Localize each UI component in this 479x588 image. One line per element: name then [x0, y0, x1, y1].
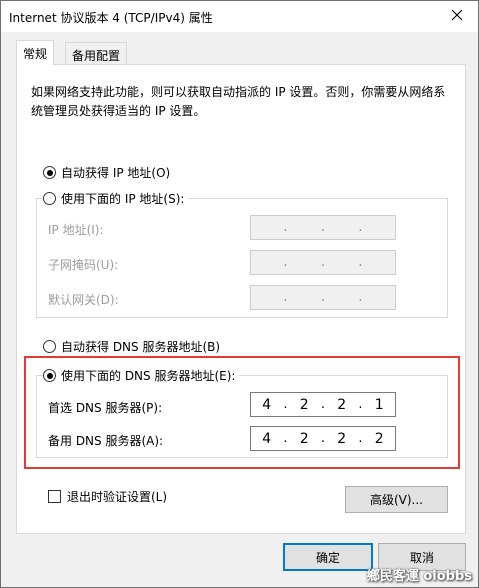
preferred-dns-label: 首选 DNS 服务器(P):: [48, 401, 163, 415]
dot-separator: .: [358, 255, 363, 270]
close-button[interactable]: [442, 3, 472, 29]
tab-general[interactable]: 常规: [16, 40, 55, 65]
alternate-dns-octet-1: 4: [262, 430, 272, 447]
tab-alternate-config-label: 备用配置: [72, 49, 121, 63]
advanced-button-label: 高级(V)...: [369, 493, 424, 507]
radio-auto-ip-indicator: [43, 166, 56, 179]
radio-auto-dns-indicator: [43, 340, 56, 353]
title-bar: Internet 协议版本 4 (TCP/IPv4) 属性: [1, 1, 478, 32]
close-icon: [451, 9, 463, 24]
window-title: Internet 协议版本 4 (TCP/IPv4) 属性: [9, 11, 213, 25]
alternate-dns-label: 备用 DNS 服务器(A):: [48, 434, 164, 448]
dialog-window: Internet 协议版本 4 (TCP/IPv4) 属性 常规 备用配置 如果…: [0, 0, 479, 588]
radio-auto-dns-label: 自动获得 DNS 服务器地址(B): [61, 340, 221, 354]
ip-address-input[interactable]: . . .: [250, 215, 396, 240]
radio-manual-dns[interactable]: 使用下面的 DNS 服务器地址(E):: [43, 367, 240, 384]
radio-auto-ip[interactable]: 自动获得 IP 地址(O): [43, 164, 170, 181]
default-gateway-input[interactable]: . . .: [250, 285, 396, 310]
validate-settings-checkbox-box: [48, 490, 61, 503]
preferred-dns-octet-4: 1: [374, 396, 384, 413]
tab-general-label: 常规: [23, 47, 48, 61]
alternate-dns-input[interactable]: 4. 2. 2. 2: [250, 426, 396, 451]
alternate-dns-octet-3: 2: [337, 430, 347, 447]
radio-manual-ip-label: 使用下面的 IP 地址(S):: [61, 192, 185, 206]
subnet-mask-input[interactable]: . . .: [250, 250, 396, 275]
preferred-dns-octet-1: 4: [262, 396, 272, 413]
radio-auto-ip-label: 自动获得 IP 地址(O): [61, 166, 171, 180]
dot-separator: .: [320, 290, 326, 305]
radio-manual-dns-indicator: [43, 369, 56, 382]
alternate-dns-octet-4: 2: [374, 430, 384, 447]
preferred-dns-octet-2: 2: [299, 396, 309, 413]
cancel-button-label: 取消: [409, 550, 434, 565]
advanced-button[interactable]: 高级(V)...: [345, 486, 448, 513]
preferred-dns-octet-3: 2: [337, 396, 347, 413]
validate-settings-label: 退出时验证设置(L): [67, 490, 168, 504]
alternate-dns-octet-2: 2: [299, 430, 309, 447]
radio-auto-dns[interactable]: 自动获得 DNS 服务器地址(B): [43, 338, 220, 355]
dot-separator: .: [320, 220, 326, 235]
dot-separator: .: [358, 220, 363, 235]
dot-separator: .: [283, 220, 288, 235]
radio-manual-ip-indicator: [43, 192, 56, 205]
ip-address-label: IP 地址(I):: [48, 223, 104, 237]
radio-manual-dns-label: 使用下面的 DNS 服务器地址(E):: [61, 369, 236, 383]
preferred-dns-input[interactable]: 4. 2. 2. 1: [250, 392, 396, 417]
dot-separator: .: [358, 290, 363, 305]
radio-manual-ip[interactable]: 使用下面的 IP 地址(S):: [43, 190, 189, 207]
tab-alternate-config[interactable]: 备用配置: [65, 42, 128, 65]
ok-button-label: 确定: [315, 550, 340, 565]
subnet-mask-label: 子网掩码(U):: [48, 258, 119, 272]
dot-separator: .: [283, 290, 288, 305]
watermark-text: 鄉民客運 olobbs: [366, 569, 472, 584]
description-text: 如果网络支持此功能，则可以获取自动指派的 IP 设置。否则，你需要从网络系统管理…: [31, 85, 446, 118]
ok-button[interactable]: 确定: [283, 543, 373, 571]
dot-separator: .: [283, 255, 288, 270]
default-gateway-label: 默认网关(D):: [48, 293, 119, 307]
dot-separator: .: [320, 255, 326, 270]
validate-settings-checkbox[interactable]: 退出时验证设置(L): [48, 488, 167, 505]
